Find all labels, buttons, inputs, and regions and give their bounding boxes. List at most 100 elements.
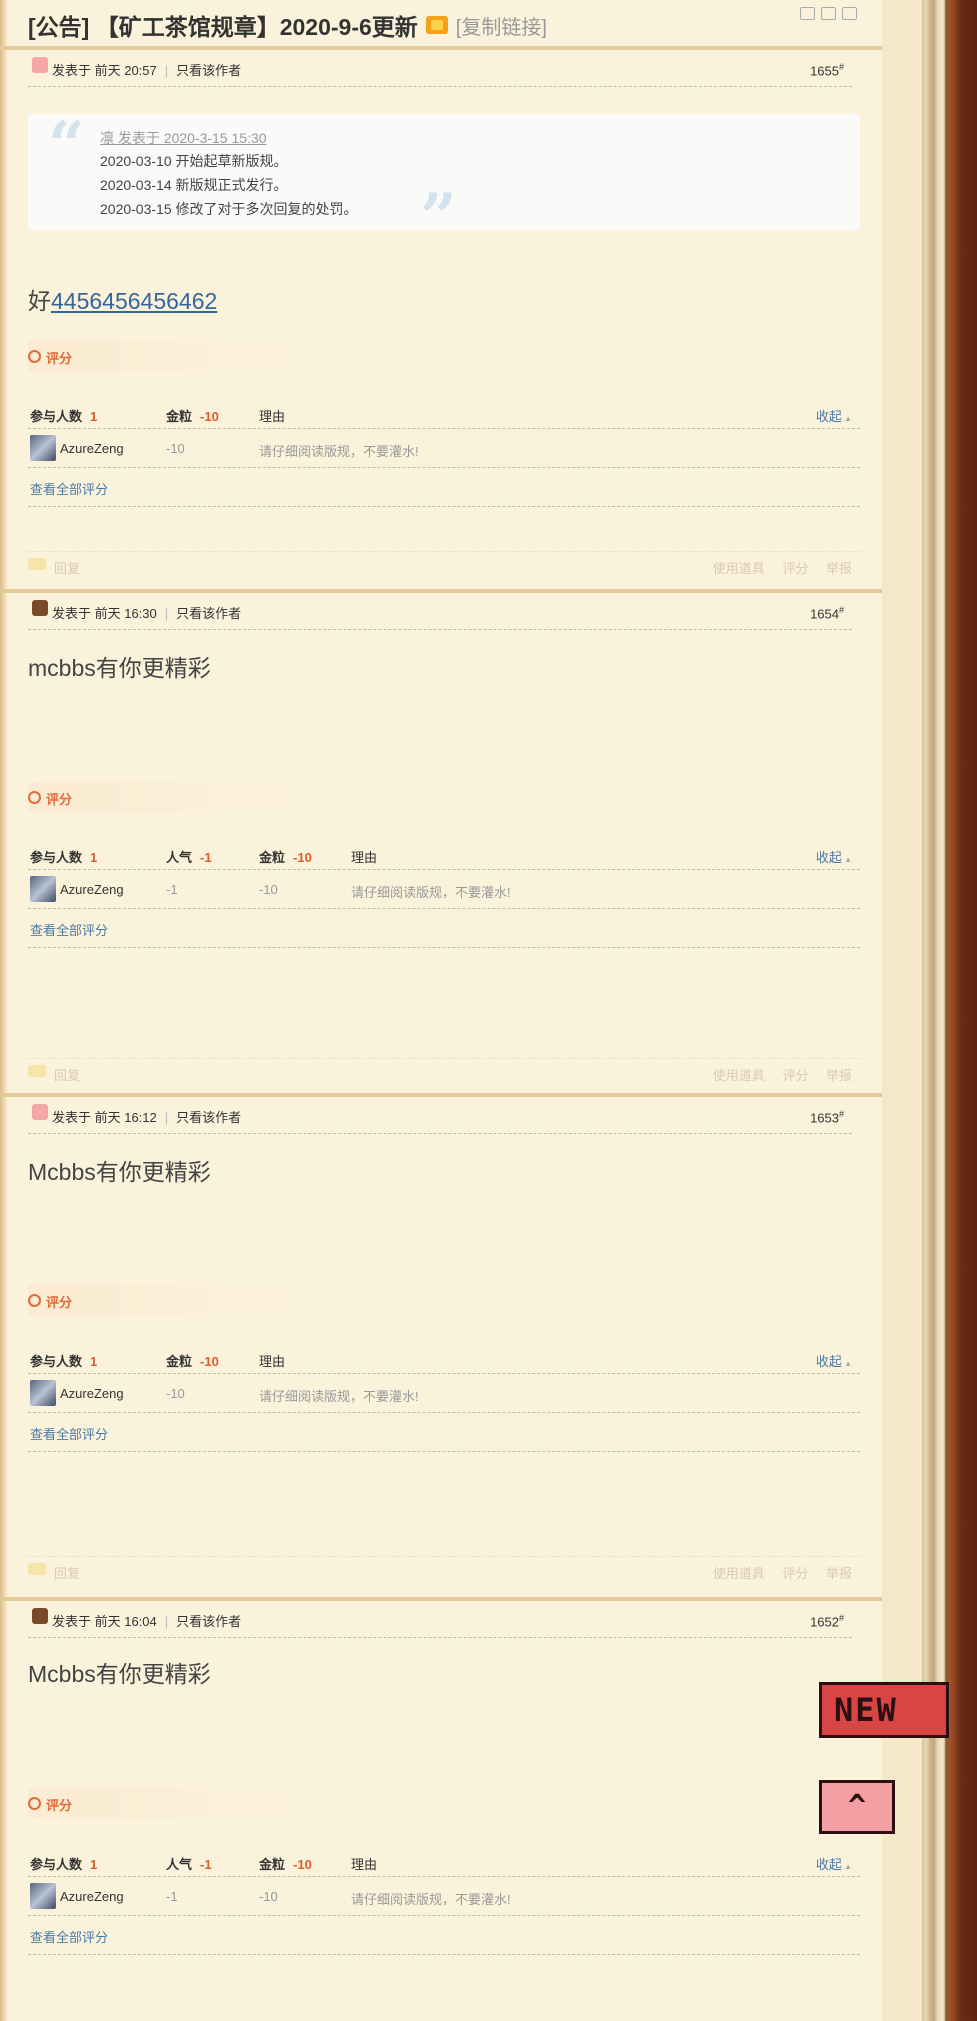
user-avatar[interactable] [30, 876, 56, 902]
copy-link-button[interactable]: [复制链接] [456, 11, 547, 40]
rating-table: 参与人数1 人气-1 金粒-10 理由 收起 AzureZeng -1 -10 … [28, 1844, 860, 1955]
title-tools [800, 7, 857, 20]
user-avatar[interactable] [30, 1380, 56, 1406]
post-header: 发表于 前天 16:12 | 只看该作者 1653# [28, 1104, 852, 1134]
use-item-button[interactable]: 使用道具 [713, 561, 765, 576]
post-separator [0, 1597, 882, 1601]
steve-avatar-icon[interactable] [32, 600, 48, 616]
post-time: 发表于 前天 20:57 [52, 63, 157, 78]
rating-table: 参与人数1 人气-1 金粒-10 理由 收起 AzureZeng -1 -10 … [28, 837, 860, 948]
rating-label: 评分 [28, 1788, 318, 1818]
quote-author[interactable]: 凛 发表于 2020-3-15 15:30 [100, 128, 267, 148]
report-button[interactable]: 举报 [826, 561, 852, 576]
reply-icon[interactable] [28, 1065, 46, 1077]
rating-table: 参与人数1 金粒-10 理由 收起 AzureZeng -10 请仔细阅读版规，… [28, 396, 860, 507]
open-quote-icon: “ [48, 108, 85, 183]
post-header: 发表于 前天 16:30 | 只看该作者 1654# [28, 600, 852, 630]
post-time: 发表于 前天 16:12 [52, 1110, 157, 1125]
post-1654: 发表于 前天 16:30 | 只看该作者 1654# mcbbs有你更精彩 评分 参… [0, 589, 882, 1089]
rate-button[interactable]: 评分 [782, 1068, 808, 1083]
quote-line: 2020-03-14 新版规正式发行。 [100, 177, 288, 193]
collapse-ratings-button[interactable]: 收起 [816, 406, 852, 425]
view-all-ratings-link[interactable]: 查看全部评分 [30, 479, 108, 498]
post-link[interactable]: 4456456456462 [51, 288, 217, 314]
reply-icon[interactable] [28, 1563, 46, 1575]
collapse-ratings-button[interactable]: 收起 [816, 847, 852, 866]
next-thread-icon[interactable] [842, 7, 857, 20]
pig-avatar-icon[interactable] [32, 57, 48, 73]
circle-icon [28, 791, 41, 804]
thread-title-bar: [公告] 【矿工茶馆规章】2020-9-6更新 [复制链接] [28, 8, 547, 42]
thread-title: [公告] 【矿工茶馆规章】2020-9-6更新 [28, 14, 418, 40]
floor-number[interactable]: 1652# [810, 1613, 844, 1629]
quote-line: 2020-03-10 开始起草新版规。 [100, 153, 288, 169]
collapse-ratings-button[interactable]: 收起 [816, 1351, 852, 1370]
post-content: Mcbbs有你更精彩 [28, 1661, 211, 1687]
rating-row: AzureZeng -10 请仔细阅读版规，不要灌水! [28, 1374, 860, 1413]
post-content: Mcbbs有你更精彩 [28, 1159, 211, 1185]
hot-thread-icon [425, 16, 448, 34]
reply-button[interactable]: 回复 [54, 1563, 80, 1582]
rating-table: 参与人数1 金粒-10 理由 收起 AzureZeng -10 请仔细阅读版规，… [28, 1341, 860, 1452]
only-author-link[interactable]: 只看该作者 [176, 63, 241, 78]
use-item-button[interactable]: 使用道具 [713, 1566, 765, 1581]
post-1653: 发表于 前天 16:12 | 只看该作者 1653# Mcbbs有你更精彩 评分 参… [0, 1093, 882, 1593]
view-all-ratings-link[interactable]: 查看全部评分 [30, 920, 108, 939]
rating-table-header: 参与人数 1 金粒 -10 理由 收起 [28, 1341, 860, 1374]
only-author-link[interactable]: 只看该作者 [176, 1614, 241, 1629]
rating-table-header: 参与人数 1 人气 -1 金粒 -10 理由 收起 [28, 1844, 860, 1877]
rating-table-header: 参与人数 1 人气 -1 金粒 -10 理由 收起 [28, 837, 860, 870]
rater-name[interactable]: AzureZeng [60, 441, 124, 456]
collapse-ratings-button[interactable]: 收起 [816, 1854, 852, 1873]
only-author-link[interactable]: 只看该作者 [176, 1110, 241, 1125]
reply-button[interactable]: 回复 [54, 1065, 80, 1084]
steve-avatar-icon[interactable] [32, 1608, 48, 1624]
rater-name[interactable]: AzureZeng [60, 882, 124, 897]
pig-avatar-icon[interactable] [32, 1104, 48, 1120]
floor-number[interactable]: 1654# [810, 605, 844, 621]
post-header: 发表于 前天 16:04 | 只看该作者 1652# [28, 1608, 852, 1638]
rate-button[interactable]: 评分 [782, 561, 808, 576]
flag-badge[interactable]: ^ [819, 1780, 895, 1834]
rating-label: 评分 [28, 1285, 318, 1315]
user-avatar[interactable] [30, 1883, 56, 1909]
circle-icon [28, 1797, 41, 1810]
post-time: 发表于 前天 16:04 [52, 1614, 157, 1629]
post-separator [0, 46, 882, 50]
post-1655: 发表于 前天 20:57 | 只看该作者 1655# “ 凛 发表于 2020-3-… [0, 46, 882, 586]
view-all-ratings-link[interactable]: 查看全部评分 [30, 1927, 108, 1946]
rating-row: AzureZeng -10 请仔细阅读版规，不要灌水! [28, 429, 860, 468]
view-all-ratings-link[interactable]: 查看全部评分 [30, 1424, 108, 1443]
quote-line: 2020-03-15 修改了对于多次回复的处罚。 [100, 201, 358, 217]
rating-row: AzureZeng -1 -10 请仔细阅读版规，不要灌水! [28, 1877, 860, 1916]
floor-number[interactable]: 1653# [810, 1109, 844, 1125]
news-badge[interactable]: NEW [819, 1682, 949, 1738]
post-content: 好4456456456462 [28, 288, 218, 314]
post-separator [0, 1093, 882, 1097]
rate-button[interactable]: 评分 [782, 1566, 808, 1581]
report-button[interactable]: 举报 [826, 1566, 852, 1581]
rating-table-header: 参与人数 1 金粒 -10 理由 收起 [28, 396, 860, 429]
circle-icon [28, 350, 41, 363]
post-footer: 回复 使用道具 评分 举报 [28, 1556, 860, 1581]
report-button[interactable]: 举报 [826, 1068, 852, 1083]
rater-name[interactable]: AzureZeng [60, 1889, 124, 1904]
post-time: 发表于 前天 16:30 [52, 606, 157, 621]
rating-row: AzureZeng -1 -10 请仔细阅读版规，不要灌水! [28, 870, 860, 909]
use-item-button[interactable]: 使用道具 [713, 1068, 765, 1083]
rater-name[interactable]: AzureZeng [60, 1386, 124, 1401]
reply-button[interactable]: 回复 [54, 558, 80, 577]
circle-icon [28, 1294, 41, 1307]
reply-icon[interactable] [28, 558, 46, 570]
floor-number[interactable]: 1655# [810, 62, 844, 78]
quote-block: “ 凛 发表于 2020-3-15 15:30 2020-03-10 开始起草新… [28, 108, 860, 250]
post-1652: 发表于 前天 16:04 | 只看该作者 1652# Mcbbs有你更精彩 评分 参… [0, 1597, 882, 2021]
post-content: mcbbs有你更精彩 [28, 655, 211, 681]
user-avatar[interactable] [30, 435, 56, 461]
prev-thread-icon[interactable] [821, 7, 836, 20]
only-author-link[interactable]: 只看该作者 [176, 606, 241, 621]
print-icon[interactable] [800, 7, 815, 20]
rating-label: 评分 [28, 782, 318, 812]
rating-label: 评分 [28, 341, 318, 371]
post-header: 发表于 前天 20:57 | 只看该作者 1655# [28, 57, 852, 87]
